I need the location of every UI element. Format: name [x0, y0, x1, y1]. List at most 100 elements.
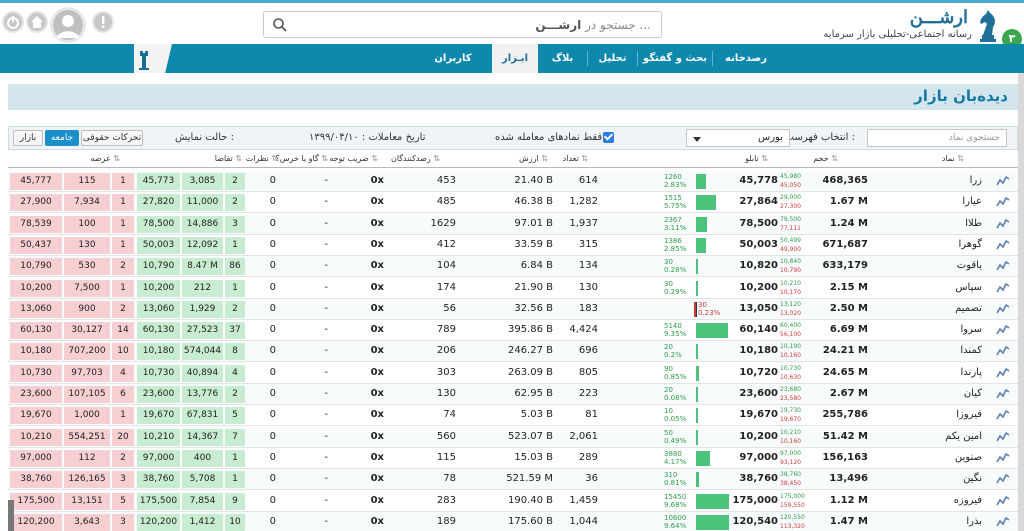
- opinions-count: 0: [269, 409, 276, 421]
- symbol-name[interactable]: گوهرا: [959, 239, 983, 250]
- symbol-name[interactable]: پارندا: [961, 367, 982, 378]
- table-row[interactable]: یاقوت 633,179 10,840 10,790 10,820 30 0.28% 134…: [8, 256, 1018, 278]
- demand-orders: 37: [225, 322, 245, 340]
- symbol-name[interactable]: عیارا: [962, 196, 982, 207]
- table-row[interactable]: کیان 2.67 M 23,680 23,580 23,600 20 0.08% 223 62…: [8, 384, 1018, 405]
- user-avatar-icon[interactable]: [50, 7, 86, 43]
- symbol-name[interactable]: سپاس: [955, 282, 982, 293]
- chart-icon[interactable]: [996, 367, 1010, 379]
- traded-only-checkbox[interactable]: [603, 132, 614, 143]
- symbol-name[interactable]: تصمیم: [955, 303, 982, 314]
- chart-icon[interactable]: [996, 196, 1010, 208]
- table-row[interactable]: کمندا 24.21 M 10,190 10,160 10,180 20 0.2% 696 2…: [8, 341, 1018, 363]
- trade-value: 6.84 B: [520, 260, 553, 272]
- table-row[interactable]: سپاس 2.15 M 10,210 10,170 10,200 30 0.29% 130 21…: [8, 277, 1018, 299]
- change-bar: [696, 408, 698, 424]
- volume-value: 1.47 M: [829, 515, 868, 527]
- nav-analysis[interactable]: تحلیل: [590, 44, 635, 73]
- table-row[interactable]: تصمیم 2.50 M 13,120 13,020 13,050 30 0.23% 183 3…: [8, 298, 1018, 320]
- change-axis: [696, 301, 697, 317]
- table-scrollbar[interactable]: [8, 500, 14, 531]
- mode-rights-button[interactable]: تحرکات حقوقی: [81, 130, 143, 146]
- table-row[interactable]: صنوین 156,163 97,000 93,120 97,000 3880 4.17% 2…: [8, 447, 1018, 469]
- home-icon[interactable]: [26, 11, 48, 33]
- chart-icon[interactable]: [996, 388, 1010, 400]
- exclamation-icon[interactable]: [92, 11, 114, 33]
- symbol-search-input[interactable]: جستجوی نماد: [867, 129, 1007, 147]
- page-scrollbar[interactable]: [1018, 73, 1024, 531]
- demand-volume: 14,367: [182, 428, 223, 446]
- table-row[interactable]: نگین 13,496 38,760 38,450 38,760 310 0.81% 36 52…: [8, 469, 1018, 491]
- table-row[interactable]: امین یکم 51.42 M 10,210 10,160 10,200 50 0.49%…: [8, 426, 1018, 448]
- chart-icon[interactable]: [996, 175, 1010, 187]
- demand-volume: 5,708: [182, 471, 223, 489]
- chart-icon[interactable]: [996, 303, 1010, 315]
- col-observers[interactable]: رصدکنندگان ⇅: [391, 154, 440, 163]
- symbol-name[interactable]: یاقوت: [957, 260, 982, 271]
- chart-icon[interactable]: [996, 218, 1010, 230]
- chart-icon[interactable]: [996, 260, 1010, 272]
- chart-icon[interactable]: [996, 495, 1010, 507]
- symbol-name[interactable]: طلاا: [965, 218, 982, 229]
- mode-overall-button[interactable]: جامعه: [45, 130, 79, 146]
- tools-shortcut[interactable]: [134, 44, 172, 73]
- col-value[interactable]: ارزش ⇅: [519, 154, 548, 163]
- table-row[interactable]: سروا 6.69 M 60,400 56,100 60,140 5140 9.35% 4,4…: [8, 320, 1018, 342]
- price-low: 93,120: [780, 458, 801, 466]
- table-row[interactable]: پارندا 24.65 M 10,730 10,630 10,720 90 0.85% 80…: [8, 362, 1018, 384]
- table-row[interactable]: گوهرا 671,687 50,499 49,900 50,003 1386 2.85% 3…: [8, 234, 1018, 256]
- col-symbol[interactable]: نماد ⇅: [942, 154, 964, 163]
- col-talk[interactable]: گاو یا خرس؟ ⇅: [276, 154, 328, 163]
- chart-icon[interactable]: [996, 345, 1010, 357]
- chart-icon[interactable]: [996, 324, 1010, 336]
- chart-icon[interactable]: [996, 516, 1010, 528]
- chart-icon[interactable]: [996, 473, 1010, 485]
- supply-volume: 126,165: [64, 471, 110, 489]
- table-row[interactable]: طلاا 1.24 M 79,500 77,111 78,500 2367 3.11% 1,9…: [8, 213, 1018, 235]
- chart-icon[interactable]: [996, 452, 1010, 464]
- search-icon[interactable]: [272, 17, 288, 33]
- power-icon[interactable]: [2, 11, 24, 33]
- nav-discussion[interactable]: بحث و گفتگو: [640, 44, 710, 73]
- symbol-name[interactable]: نگین: [963, 473, 982, 484]
- symbol-name[interactable]: فیروزه: [954, 495, 982, 506]
- symbol-name[interactable]: کمندا: [960, 345, 982, 356]
- logo-area[interactable]: ۳ ارشـــن رسانه اجتماعی-تحلیلی بازار سرم…: [784, 7, 1024, 49]
- demand-orders: 2: [225, 386, 245, 403]
- symbol-name[interactable]: بذرا: [966, 516, 982, 527]
- nav-blog[interactable]: بلاگ: [540, 44, 585, 73]
- nav-users[interactable]: کاربران: [420, 44, 486, 73]
- table-row[interactable]: عیارا 1.67 M 29,000 27,300 27,864 1515 5.75% 1,…: [8, 192, 1018, 214]
- price-low: 10,170: [780, 288, 801, 296]
- symbol-name[interactable]: فیروزا: [956, 409, 982, 420]
- price-high: 50,499: [780, 236, 801, 244]
- list-select[interactable]: بورس: [686, 129, 790, 147]
- global-search-input[interactable]: جستجو در ارشـــن ...: [263, 11, 662, 38]
- table-row[interactable]: فیروزا 255,786 19,730 19,670 19,670 10 0.05% 81…: [8, 405, 1018, 427]
- symbol-name[interactable]: امین یکم: [945, 431, 982, 442]
- col-demand[interactable]: تقاضا ⇅: [215, 154, 242, 163]
- col-volume[interactable]: حجم ⇅: [813, 154, 838, 163]
- table-row[interactable]: فیروزه 1.12 M 175,000 159,550 175,000 15450 9.…: [8, 490, 1018, 512]
- price-high: 19,730: [780, 407, 801, 415]
- table-row[interactable]: بذرا 1.47 M 120,550 113,320 120,540 10600 9.64…: [8, 511, 1018, 531]
- col-supply[interactable]: عرضه ⇅: [90, 154, 120, 163]
- nav-tools[interactable]: ابـزار: [492, 44, 538, 73]
- col-count[interactable]: تعداد ⇅: [563, 154, 588, 163]
- col-board[interactable]: تابلو ⇅: [745, 154, 768, 163]
- symbol-name[interactable]: کیان: [964, 388, 982, 399]
- symbol-name[interactable]: صنوین: [955, 452, 982, 463]
- col-opinions[interactable]: نظرات ⇅: [246, 154, 278, 163]
- opinions-count: 0: [269, 388, 276, 399]
- mode-market-button[interactable]: بازار: [13, 130, 43, 146]
- symbol-name[interactable]: زرا: [970, 175, 982, 186]
- chart-icon[interactable]: [996, 409, 1010, 421]
- col-attention[interactable]: ضریب توجه ⇅: [329, 154, 378, 163]
- chart-icon[interactable]: [996, 239, 1010, 251]
- table-row[interactable]: زرا 468,365 45,980 45,050 45,778 1260 2.83% 614…: [8, 171, 1018, 192]
- change-amount: 90: [664, 364, 673, 373]
- symbol-name[interactable]: سروا: [960, 324, 982, 335]
- chart-icon[interactable]: [996, 431, 1010, 443]
- chart-icon[interactable]: [996, 282, 1010, 294]
- nav-observatory[interactable]: رصدخانه: [716, 44, 776, 73]
